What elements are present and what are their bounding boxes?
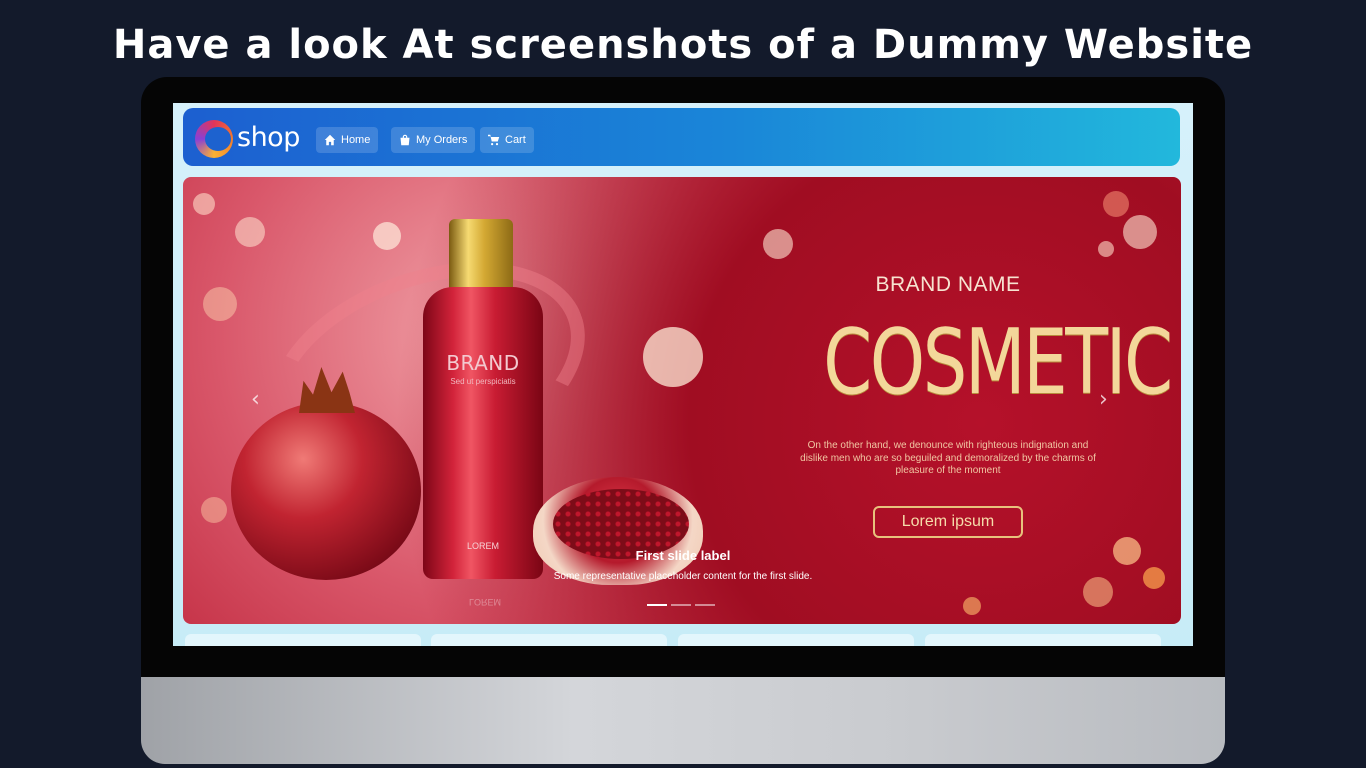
nav-my-orders-label: My Orders	[416, 134, 468, 146]
logo-text: shop	[237, 122, 300, 153]
product-card[interactable]	[185, 634, 421, 646]
hero-cta-button[interactable]: Lorem ipsum	[873, 506, 1023, 538]
hero-carousel: BRAND Sed ut perspiciatis LOREM LOREM BR…	[183, 177, 1181, 624]
monitor-stand	[141, 677, 1225, 764]
website-screenshot: shop Home My Orders Cart BRAND Sed ut pe…	[173, 103, 1193, 646]
cart-icon	[488, 134, 500, 146]
page-headline: Have a look At screenshots of a Dummy We…	[112, 22, 1254, 68]
bokeh-light	[963, 597, 981, 615]
bokeh-light	[1143, 567, 1165, 589]
bokeh-light	[643, 327, 703, 387]
shopping-bag-icon	[400, 134, 410, 146]
bokeh-light	[1113, 537, 1141, 565]
carousel-caption-title: First slide label	[635, 548, 731, 563]
pomegranate-image	[231, 402, 421, 580]
carousel-indicator[interactable]	[671, 604, 691, 606]
logo-icon	[195, 120, 233, 158]
nav-cart-button[interactable]: Cart	[480, 127, 534, 153]
chevron-left-icon[interactable]: ‹	[251, 387, 260, 412]
bokeh-light	[1098, 241, 1114, 257]
product-card[interactable]	[925, 634, 1161, 646]
nav-cart-label: Cart	[505, 134, 526, 146]
bottle-cap	[449, 219, 513, 291]
bokeh-light	[763, 229, 793, 259]
bottle-brand-label: BRAND	[446, 351, 520, 375]
bokeh-light	[1103, 191, 1129, 217]
bottle-lorem-label: LOREM	[466, 541, 499, 551]
carousel-caption-text: Some representative placeholder content …	[553, 571, 813, 582]
carousel-indicator[interactable]	[695, 604, 715, 606]
hero-title: COSMETIC	[823, 310, 1173, 415]
carousel-indicators	[647, 604, 715, 606]
navbar: shop Home My Orders Cart	[183, 108, 1180, 166]
nav-home-button[interactable]: Home	[316, 127, 379, 153]
bokeh-light	[201, 497, 227, 523]
bokeh-light	[1123, 215, 1157, 249]
product-card[interactable]	[678, 634, 914, 646]
hero-brand-name: BRAND NAME	[875, 273, 1021, 296]
bottle-subtext: Sed ut perspiciatis	[450, 377, 516, 386]
hero-description: On the other hand, we denounce with righ…	[800, 440, 1096, 476]
bokeh-light	[193, 193, 215, 215]
carousel-indicator[interactable]	[647, 604, 667, 606]
shop-logo[interactable]: shop	[195, 118, 305, 158]
cosmetic-bottle-image: BRAND Sed ut perspiciatis LOREM	[423, 287, 543, 579]
nav-home-label: Home	[341, 134, 371, 146]
bokeh-light	[203, 287, 237, 321]
bokeh-light	[1083, 577, 1113, 607]
home-icon	[324, 134, 336, 146]
bokeh-light	[235, 217, 265, 247]
reflection-text: LOREM	[469, 597, 502, 607]
nav-my-orders-button[interactable]: My Orders	[391, 127, 476, 153]
chevron-right-icon[interactable]: ›	[1099, 387, 1108, 412]
product-card[interactable]	[431, 634, 667, 646]
bokeh-light	[373, 222, 401, 250]
